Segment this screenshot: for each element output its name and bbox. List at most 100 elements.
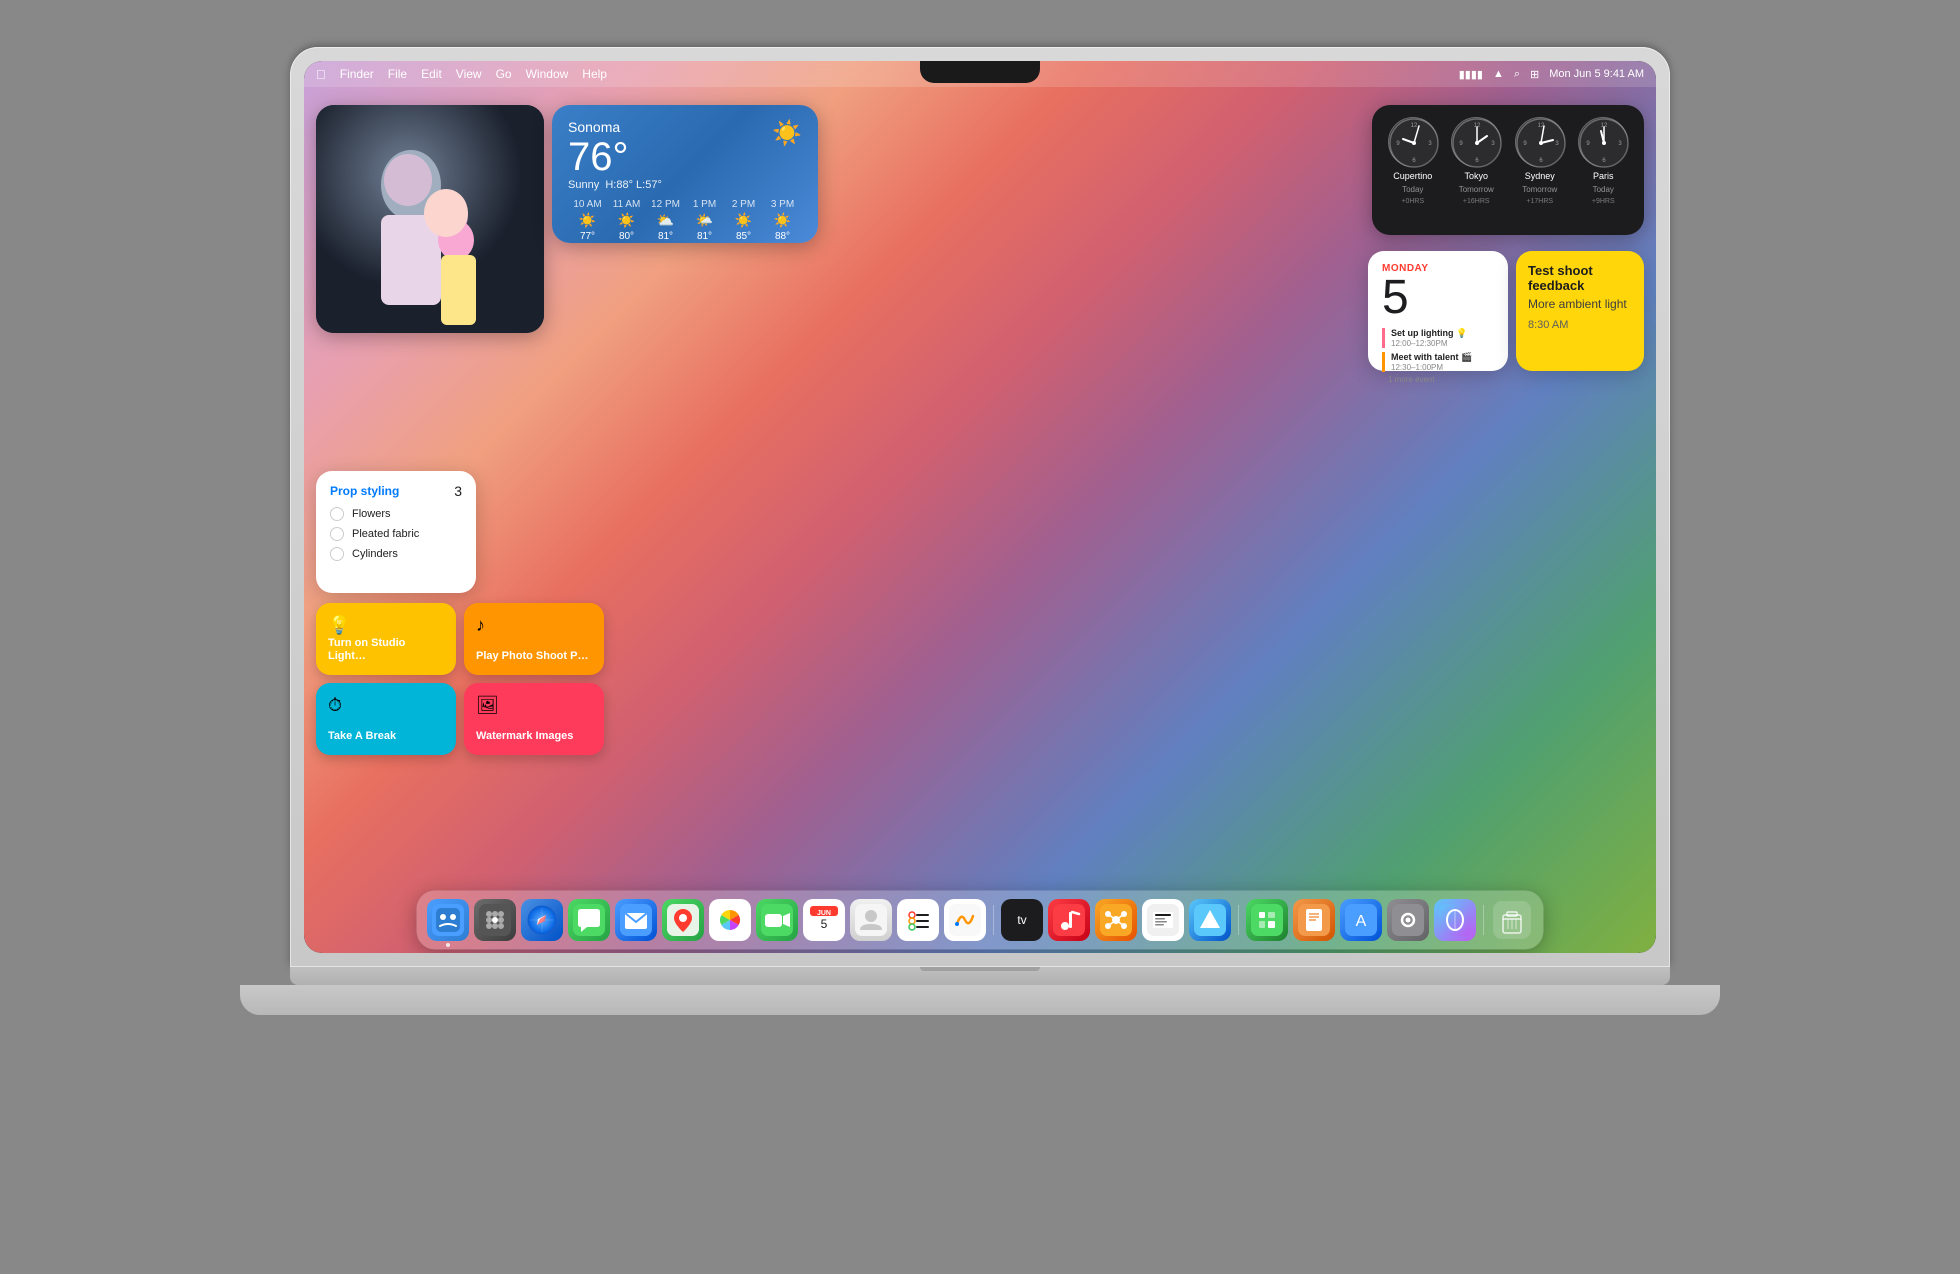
macbook-bottom-lip bbox=[290, 967, 1670, 985]
go-menu[interactable]: Go bbox=[496, 67, 512, 81]
finder-active-dot bbox=[446, 943, 450, 947]
shortcut-watermark-label: Watermark Images bbox=[476, 730, 592, 743]
dock-transporter[interactable] bbox=[1189, 899, 1231, 941]
shortcut-music-label: Play Photo Shoot P… bbox=[476, 650, 592, 663]
weather-temperature: 76° bbox=[568, 137, 662, 177]
help-menu[interactable]: Help bbox=[582, 67, 607, 81]
dock-music[interactable] bbox=[1048, 899, 1090, 941]
dock-safari[interactable] bbox=[521, 899, 563, 941]
shortcut-studio-light[interactable]: 💡 Turn on Studio Light… bbox=[316, 603, 456, 675]
dock-pages[interactable] bbox=[1293, 899, 1335, 941]
clock-tokyo: 12 3 6 9 Tokyo Tomorrow bbox=[1450, 117, 1504, 223]
dock-facetime[interactable] bbox=[756, 899, 798, 941]
dock-separator-2 bbox=[1238, 905, 1239, 935]
search-icon[interactable]: ⌕ bbox=[1514, 68, 1520, 81]
dock-appletv[interactable]: tv bbox=[1001, 899, 1043, 941]
reminders-count: 3 bbox=[454, 483, 462, 499]
svg-text:12: 12 bbox=[1537, 123, 1544, 129]
svg-text:12: 12 bbox=[1474, 123, 1481, 129]
dock-mindnode[interactable] bbox=[1095, 899, 1137, 941]
svg-text:3: 3 bbox=[1428, 141, 1432, 147]
weather-condition: Sunny H:88° L:57° bbox=[568, 179, 662, 191]
forecast-item-2: 12 PM ⛅ 81° bbox=[646, 199, 685, 242]
shortcut-break[interactable]: ⏱ Take A Break bbox=[316, 683, 456, 755]
reminder-text-0: Flowers bbox=[352, 508, 391, 520]
shortcut-music-icon: ♪ bbox=[476, 615, 592, 636]
shortcut-image-icon: 🖼 bbox=[476, 695, 592, 716]
dock-calendar[interactable]: JUN5 bbox=[803, 899, 845, 941]
svg-text:3: 3 bbox=[1619, 141, 1623, 147]
shortcut-watermark[interactable]: 🖼 Watermark Images bbox=[464, 683, 604, 755]
dock-mail[interactable] bbox=[615, 899, 657, 941]
calendar-event-2-title: Meet with talent 🎬 bbox=[1391, 352, 1494, 363]
battery-icon[interactable]: ▮▮▮▮ bbox=[1459, 68, 1483, 81]
dock-launchpad[interactable] bbox=[474, 899, 516, 941]
shortcuts-grid: 💡 Turn on Studio Light… ♪ Play Photo Sho… bbox=[316, 603, 604, 755]
shortcut-photo-shoot[interactable]: ♪ Play Photo Shoot P… bbox=[464, 603, 604, 675]
menubar-right: ▮▮▮▮ ▲ ⌕ ⊞ Mon Jun 5 9:41 AM bbox=[1459, 68, 1644, 81]
weather-location: Sonoma bbox=[568, 119, 802, 135]
dock: JUN5 bbox=[417, 891, 1543, 949]
reminders-title: Prop styling bbox=[330, 484, 399, 498]
clock-sydney: 12 3 6 9 Sydney Tomorrow bbox=[1513, 117, 1567, 223]
svg-text:3: 3 bbox=[1555, 141, 1559, 147]
clock-face-cupertino: 12 3 6 9 bbox=[1388, 117, 1438, 167]
calendar-day-label: MONDAY bbox=[1382, 263, 1494, 274]
dock-maps[interactable] bbox=[662, 899, 704, 941]
notes-title: Test shoot feedback bbox=[1528, 263, 1632, 293]
macbook-lid:  Finder File Edit View Go Window Help ▮… bbox=[290, 47, 1670, 967]
clock-day-tokyo: Tomorrow bbox=[1459, 185, 1494, 194]
dock-finder[interactable] bbox=[427, 899, 469, 941]
reminder-item-0: Flowers bbox=[330, 507, 462, 521]
shortcut-break-label: Take A Break bbox=[328, 730, 444, 743]
dock-siri[interactable] bbox=[1434, 899, 1476, 941]
window-menu[interactable]: Window bbox=[526, 67, 569, 81]
dock-contacts[interactable] bbox=[850, 899, 892, 941]
clock-city-tokyo: Tokyo bbox=[1464, 171, 1488, 181]
clock-offset-sydney: +17HRS bbox=[1526, 198, 1553, 205]
dock-trash[interactable] bbox=[1491, 899, 1533, 941]
dock-numbers[interactable] bbox=[1246, 899, 1288, 941]
calendar-event-1-title: Set up lighting 💡 bbox=[1391, 328, 1494, 339]
dock-messages[interactable] bbox=[568, 899, 610, 941]
finder-menu[interactable]: Finder bbox=[340, 67, 374, 81]
dock-reminders[interactable] bbox=[897, 899, 939, 941]
widgets-container: Sonoma 76° Sunny H:88° L:57° ☀️ bbox=[304, 97, 1656, 893]
hinge-line bbox=[920, 967, 1040, 971]
view-menu[interactable]: View bbox=[456, 67, 482, 81]
clock-offset-tokyo: +16HRS bbox=[1463, 198, 1490, 205]
dock-freeform[interactable] bbox=[944, 899, 986, 941]
svg-text:6: 6 bbox=[1539, 158, 1543, 164]
dock-photos[interactable] bbox=[709, 899, 751, 941]
photo-persons-svg bbox=[316, 105, 544, 333]
photo-image bbox=[316, 105, 544, 333]
menubar-left:  Finder File Edit View Go Window Help bbox=[316, 67, 607, 82]
svg-text:9: 9 bbox=[1523, 141, 1527, 147]
shortcut-light-label: Turn on Studio Light… bbox=[328, 637, 444, 663]
reminder-circle-1 bbox=[330, 527, 344, 541]
notch bbox=[920, 61, 1040, 83]
forecast-item-4: 2 PM ☀️ 85° bbox=[724, 199, 763, 242]
clock-day-paris: Today bbox=[1593, 185, 1614, 194]
apple-menu[interactable]:  bbox=[316, 67, 326, 82]
forecast-item-1: 11 AM ☀️ 80° bbox=[607, 199, 646, 242]
edit-menu[interactable]: Edit bbox=[421, 67, 442, 81]
control-center-icon[interactable]: ⊞ bbox=[1530, 68, 1539, 81]
svg-text:JUN: JUN bbox=[817, 910, 831, 917]
weather-widget: Sonoma 76° Sunny H:88° L:57° ☀️ bbox=[552, 105, 818, 243]
file-menu[interactable]: File bbox=[388, 67, 407, 81]
reminders-header: Prop styling 3 bbox=[330, 483, 462, 499]
shortcut-timer-icon: ⏱ bbox=[328, 695, 444, 716]
dock-settings[interactable] bbox=[1387, 899, 1429, 941]
clock-day-cupertino: Today bbox=[1402, 185, 1423, 194]
wifi-icon[interactable]: ▲ bbox=[1493, 68, 1504, 80]
notes-time: 8:30 AM bbox=[1528, 319, 1632, 331]
notes-subtitle: More ambient light bbox=[1528, 297, 1632, 311]
shortcut-light-icon: 💡 bbox=[328, 615, 444, 636]
dock-appstore[interactable]: A bbox=[1340, 899, 1382, 941]
forecast-item-0: 10 AM ☀️ 77° bbox=[568, 199, 607, 242]
notes-widget: Test shoot feedback More ambient light 8… bbox=[1516, 251, 1644, 371]
svg-text:6: 6 bbox=[1412, 158, 1416, 164]
dock-news[interactable] bbox=[1142, 899, 1184, 941]
calendar-more-events: 1 more event bbox=[1382, 375, 1494, 384]
